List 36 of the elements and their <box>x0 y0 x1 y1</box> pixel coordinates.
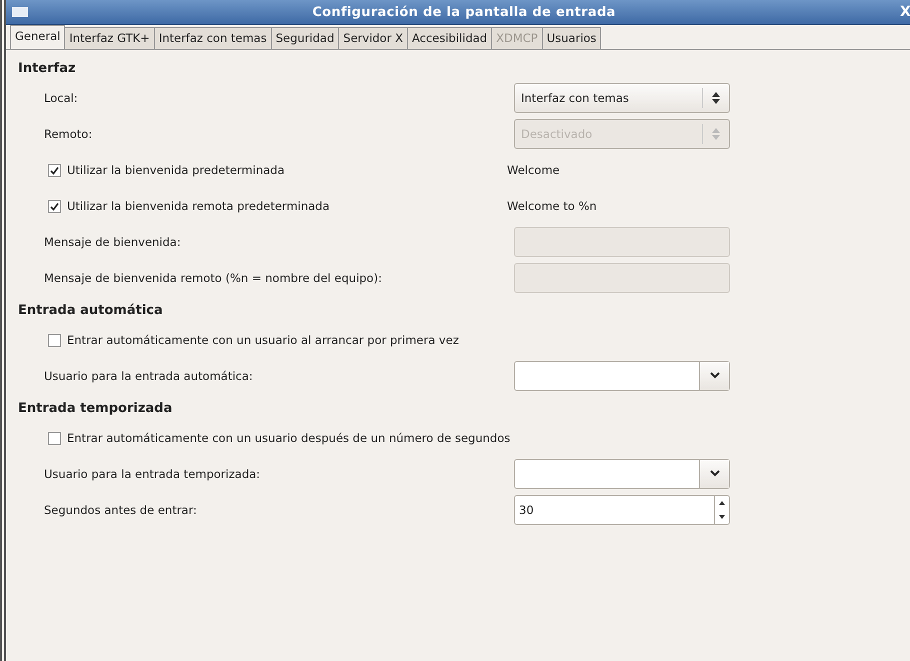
chevron-down-icon <box>710 372 720 380</box>
chevron-down-icon <box>710 470 720 478</box>
combo-box[interactable] <box>514 361 730 391</box>
dropdown[interactable]: Interfaz con temas <box>514 83 730 113</box>
checkbox-label[interactable]: Utilizar la bienvenida remota predeterminada <box>67 199 507 213</box>
tab[interactable]: Interfaz con temas <box>154 27 272 49</box>
checkbox-label[interactable]: Entrar automáticamente con un usuario al arrancar por primera vez <box>67 333 507 347</box>
combo-box[interactable] <box>514 459 730 489</box>
field-label: Usuario para la entrada automática: <box>44 369 254 383</box>
spin-field[interactable]: 30 <box>514 495 730 525</box>
section-heading: Entrada automática <box>18 303 164 318</box>
field-label: Mensaje de bienvenida: <box>44 235 182 249</box>
checkbox[interactable] <box>48 200 61 212</box>
welcome-text: Welcome to %n <box>507 199 597 213</box>
up-down-arrows-icon <box>712 92 720 104</box>
tab[interactable]: Usuarios <box>542 27 602 49</box>
checkbox[interactable] <box>48 432 61 444</box>
field-label: Mensaje de bienvenida remoto (%n = nombre del equipo): <box>44 271 383 285</box>
tab[interactable]: Accesibilidad <box>406 27 492 49</box>
checkbox[interactable] <box>48 334 61 346</box>
checkbox-label[interactable]: Entrar automáticamente con un usuario después de un número de segundos <box>67 431 510 445</box>
field-label: Segundos antes de entrar: <box>44 503 198 517</box>
section-heading: Interfaz <box>18 61 77 76</box>
tab[interactable]: General <box>10 25 66 49</box>
tab[interactable]: Interfaz GTK+ <box>64 27 155 49</box>
up-down-arrows-icon <box>712 128 720 140</box>
tab[interactable]: Seguridad <box>270 27 340 49</box>
window-title: Configuración de la pantalla de entrada <box>311 4 617 20</box>
welcome-text: Welcome <box>507 163 560 177</box>
field-label: Remoto: <box>44 127 94 141</box>
tab[interactable]: Servidor X <box>338 27 408 49</box>
checkbox[interactable] <box>48 164 61 176</box>
field-label: Usuario para la entrada temporizada: <box>44 467 262 481</box>
section-heading: Entrada temporizada <box>18 401 174 416</box>
field-label: Local: <box>44 91 79 105</box>
checkbox-label[interactable]: Utilizar la bienvenida predeterminada <box>67 163 507 177</box>
